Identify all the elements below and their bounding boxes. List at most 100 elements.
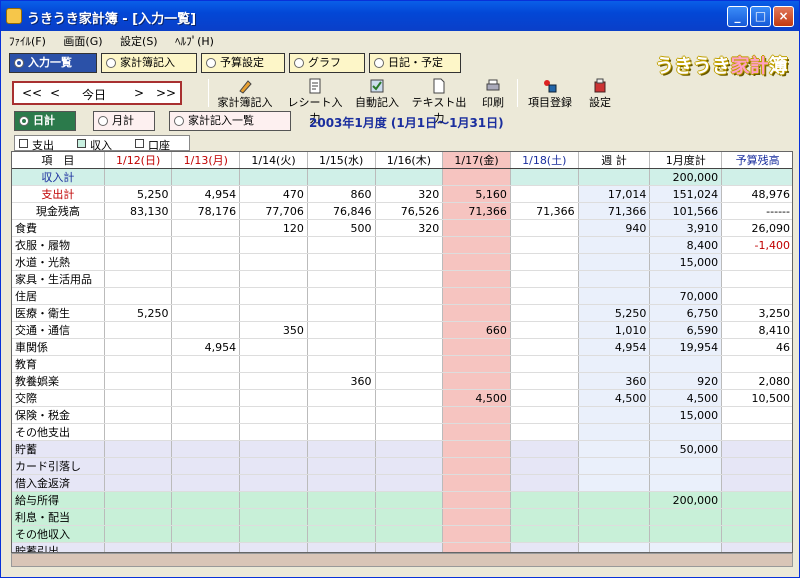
table-cell[interactable] [239, 389, 308, 407]
table-cell[interactable]: 4,954 [578, 338, 651, 356]
table-cell[interactable]: 3,250 [721, 304, 792, 322]
table-row[interactable]: 収入計 200,000 [12, 168, 792, 186]
table-cell[interactable] [171, 253, 241, 271]
table-cell[interactable] [307, 474, 376, 492]
table-cell[interactable] [510, 406, 579, 424]
column-header[interactable]: 1/16(木) [375, 152, 444, 169]
table-cell[interactable] [307, 270, 376, 288]
row-label[interactable]: 教育 [12, 355, 105, 373]
table-cell[interactable] [239, 287, 308, 305]
row-label[interactable]: 支出計 [12, 185, 105, 203]
table-row[interactable]: 交際 4,500 4,500 4,500 10,500 [12, 389, 792, 407]
table-cell[interactable]: 4,954 [171, 338, 241, 356]
table-cell[interactable]: 360 [578, 372, 651, 390]
table-cell[interactable] [578, 542, 651, 552]
table-cell[interactable] [104, 457, 173, 475]
table-cell[interactable] [307, 321, 376, 339]
column-header[interactable]: 1/12(日) [104, 152, 173, 169]
table-cell[interactable] [721, 287, 792, 305]
table-cell[interactable] [171, 440, 241, 458]
table-cell[interactable]: 200,000 [649, 491, 723, 509]
table-cell[interactable] [510, 304, 579, 322]
minimize-button[interactable]: _ [727, 6, 748, 27]
table-cell[interactable] [104, 491, 173, 509]
table-row[interactable]: 教養娯楽 360 360 920 2,080 [12, 372, 792, 390]
table-cell[interactable] [721, 168, 792, 186]
table-cell[interactable] [171, 270, 241, 288]
auto-entry-tool-button[interactable]: 自動記入 [350, 78, 404, 110]
row-label[interactable]: 交通・通信 [12, 321, 105, 339]
table-cell[interactable] [442, 219, 511, 237]
row-label[interactable]: 収入計 [12, 168, 105, 186]
table-cell[interactable]: 83,130 [104, 202, 173, 220]
table-cell[interactable]: 71,366 [578, 202, 651, 220]
tab-diary[interactable]: 日記・予定 [369, 53, 461, 73]
table-cell[interactable] [104, 423, 173, 441]
table-cell[interactable] [721, 355, 792, 373]
table-cell[interactable] [375, 542, 444, 552]
maximize-button[interactable]: □ [750, 6, 771, 27]
table-cell[interactable] [721, 457, 792, 475]
prev-week-button[interactable]: << [22, 86, 42, 100]
table-cell[interactable] [442, 542, 511, 552]
table-cell[interactable] [104, 440, 173, 458]
row-label[interactable]: 住居 [12, 287, 105, 305]
table-cell[interactable] [239, 508, 308, 526]
table-cell[interactable]: 15,000 [649, 406, 723, 424]
table-cell[interactable] [375, 355, 444, 373]
row-label[interactable]: 保険・税金 [12, 406, 105, 424]
table-cell[interactable]: 10,500 [721, 389, 792, 407]
table-cell[interactable] [578, 236, 651, 254]
table-cell[interactable] [104, 219, 173, 237]
table-cell[interactable] [104, 338, 173, 356]
table-cell[interactable] [510, 525, 579, 543]
table-cell[interactable]: 350 [239, 321, 308, 339]
table-cell[interactable] [510, 423, 579, 441]
table-cell[interactable]: 4,954 [171, 185, 241, 203]
table-cell[interactable] [307, 355, 376, 373]
table-cell[interactable] [649, 457, 723, 475]
table-cell[interactable]: 5,250 [104, 304, 173, 322]
table-cell[interactable] [171, 389, 241, 407]
table-cell[interactable] [510, 372, 579, 390]
table-cell[interactable]: 19,954 [649, 338, 723, 356]
row-label[interactable]: その他収入 [12, 525, 105, 543]
table-cell[interactable] [578, 423, 651, 441]
table-cell[interactable] [104, 236, 173, 254]
table-cell[interactable] [649, 270, 723, 288]
table-cell[interactable] [171, 236, 241, 254]
table-cell[interactable] [171, 355, 241, 373]
table-cell[interactable] [375, 508, 444, 526]
table-cell[interactable] [510, 508, 579, 526]
table-row[interactable]: 借入金返済 [12, 474, 792, 492]
table-cell[interactable] [510, 542, 579, 552]
table-cell[interactable] [239, 253, 308, 271]
column-header[interactable]: 1/17(金) [442, 152, 511, 169]
table-cell[interactable] [104, 542, 173, 552]
table-row[interactable]: 現金残高 83,130 78,176 77,706 76,846 76,526 71,366… [12, 202, 792, 220]
table-cell[interactable]: 660 [442, 321, 511, 339]
table-cell[interactable] [510, 185, 579, 203]
table-cell[interactable]: -1,400 [721, 236, 792, 254]
table-cell[interactable] [375, 321, 444, 339]
view-entry-list[interactable]: 家計記入一覧 [169, 111, 291, 131]
table-row[interactable]: 教育 [12, 355, 792, 373]
table-cell[interactable] [510, 219, 579, 237]
table-row[interactable]: 食費 120 500 320 940 3,910 26,090 [12, 219, 792, 237]
table-cell[interactable] [104, 474, 173, 492]
row-label[interactable]: 現金残高 [12, 202, 105, 220]
table-cell[interactable] [649, 542, 723, 552]
table-cell[interactable] [649, 474, 723, 492]
row-label[interactable]: 車関係 [12, 338, 105, 356]
table-cell[interactable] [171, 287, 241, 305]
table-cell[interactable] [721, 474, 792, 492]
table-row[interactable]: 住居 70,000 [12, 287, 792, 305]
table-cell[interactable] [721, 440, 792, 458]
close-button[interactable]: × [773, 6, 794, 27]
table-cell[interactable] [578, 270, 651, 288]
table-row[interactable]: 給与所得 200,000 [12, 491, 792, 509]
column-header[interactable]: 1/18(土) [510, 152, 579, 169]
table-cell[interactable] [649, 525, 723, 543]
table-cell[interactable] [171, 321, 241, 339]
view-daily[interactable]: 日計 [14, 111, 76, 131]
